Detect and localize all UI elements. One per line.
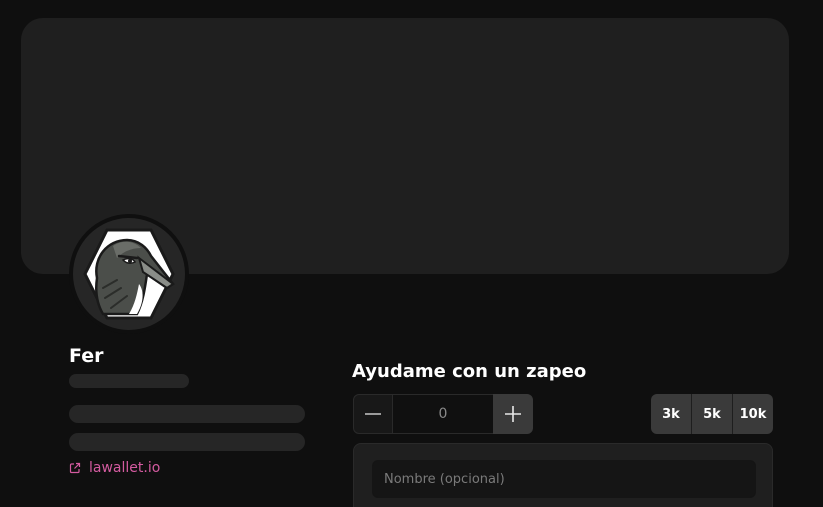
preset-10k-button[interactable]: 10k xyxy=(733,394,773,434)
external-link-icon xyxy=(69,462,81,474)
preset-3k-button[interactable]: 3k xyxy=(651,394,692,434)
website-link[interactable]: lawallet.io xyxy=(69,460,160,476)
preset-amounts: 3k 5k 10k xyxy=(651,394,773,434)
bio-skeleton-line xyxy=(69,433,305,451)
zap-title: Ayudame con un zapeo xyxy=(352,361,587,382)
website-label: lawallet.io xyxy=(89,460,161,476)
increase-button[interactable] xyxy=(493,394,533,434)
amount-stepper xyxy=(353,394,533,434)
amount-input[interactable] xyxy=(393,394,493,434)
profile-name: Fer xyxy=(69,345,104,367)
handle-skeleton xyxy=(69,374,189,388)
raven-avatar-icon xyxy=(83,228,175,320)
profile-page: Fer lawallet.io Ayudame con un zapeo 3k … xyxy=(0,0,823,507)
avatar xyxy=(73,218,185,330)
decrease-button[interactable] xyxy=(353,394,393,434)
avatar-frame xyxy=(69,214,189,334)
zap-form xyxy=(353,443,773,507)
preset-5k-button[interactable]: 5k xyxy=(692,394,733,434)
bio-skeleton-line xyxy=(69,405,305,423)
plus-icon xyxy=(505,406,521,422)
name-input[interactable] xyxy=(372,460,756,498)
minus-icon xyxy=(365,413,381,415)
